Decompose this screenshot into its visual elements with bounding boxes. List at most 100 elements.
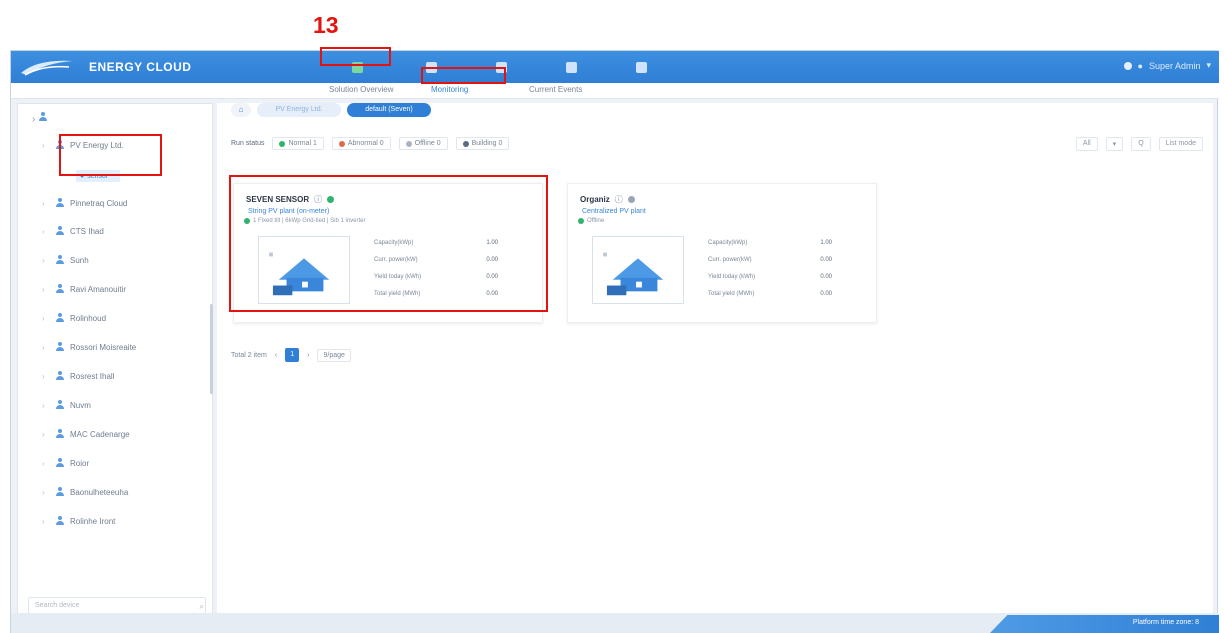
plant-card[interactable]: Organiz ⓘ Centralized PV plant Offline C… — [567, 183, 877, 323]
sidebar-item-label: MAC Cadenarge — [70, 429, 130, 439]
sidebar-item[interactable]: › Rosrest Ihall — [42, 369, 114, 383]
caret-icon: › — [42, 429, 45, 439]
sidebar-item[interactable]: › Roior — [42, 456, 89, 470]
breadcrumb-level1[interactable]: PV Energy Ltd. — [257, 103, 341, 117]
timezone-label: Platform time zone: 8 — [1132, 619, 1199, 626]
metric-label: Capacity(kWp) — [708, 240, 748, 246]
device-tree-sidebar: › › PV Energy Ltd. ● sensor › Pinnetraq Clo… — [17, 103, 213, 623]
plant-card-title: Organiz ⓘ — [580, 194, 635, 205]
user-icon — [55, 458, 65, 468]
prev-page-icon[interactable]: ‹ — [275, 352, 277, 359]
sidebar-item[interactable]: › Baonulheteeuha — [42, 485, 128, 499]
metric-row: Yield today (kWh) 0.00 — [708, 274, 832, 291]
sidebar-item[interactable]: › Rolinhe Iront — [42, 514, 115, 528]
annotation-box-13 — [320, 47, 391, 66]
annotation-13: 13 — [313, 12, 339, 38]
caret-icon: › — [42, 226, 45, 236]
user-icon — [55, 516, 65, 526]
pagination: Total 2 item ‹ 1 › 9/page — [231, 348, 351, 362]
filter-chip-normal[interactable]: Normal 1 — [272, 137, 324, 150]
status-dot — [627, 196, 635, 203]
info-icon: ⓘ — [614, 195, 623, 204]
sidebar-item-label: CTS Ihad — [70, 226, 104, 236]
sidebar-scrollbar[interactable] — [210, 304, 213, 394]
caret-icon: › — [42, 342, 45, 352]
metric-row: Curr. power(kW) 0.00 — [708, 257, 832, 274]
user-icon — [55, 198, 65, 208]
breadcrumb-home[interactable]: ⌂ — [231, 103, 251, 117]
plant-metrics: Capacity(kWp) 1.00 Curr. power(kW) 0.00 Yi… — [708, 240, 832, 308]
app-title: ENERGY CLOUD — [89, 60, 192, 74]
user-icon — [55, 313, 65, 323]
filter-label: Run status — [231, 140, 265, 147]
user-icon — [55, 487, 65, 497]
search-button[interactable]: Q — [1131, 137, 1151, 151]
user-icon — [55, 226, 65, 236]
caret-icon: › — [42, 516, 45, 526]
sidebar-item[interactable]: › Pinnetraq Cloud — [42, 196, 127, 210]
logo-icon — [21, 60, 73, 76]
caret-icon: › — [42, 198, 45, 208]
sidebar-item-label: Sunh — [70, 255, 89, 265]
sidebar-item[interactable]: › Ravi Amanouitir — [42, 282, 126, 296]
caret-icon: › — [42, 284, 45, 294]
metric-row: Capacity(kWp) 1.00 — [708, 240, 832, 257]
sidebar-item-label: Rolinhe Iront — [70, 516, 116, 526]
status-dot — [338, 140, 345, 147]
metric-value: 0.00 — [820, 291, 832, 297]
sidebar-item[interactable]: › Nuvm — [42, 398, 91, 412]
app-window: ENERGY CLOUD ● Super Admin ▾ Solution Ov… — [10, 50, 1219, 633]
status-dot — [578, 218, 584, 224]
sidebar-item[interactable]: › Sunh — [42, 253, 89, 267]
filter-dropdown[interactable]: ▾ — [1105, 137, 1124, 151]
next-page-icon[interactable]: › — [307, 352, 309, 359]
status-footer: Platform time zone: 8 — [11, 613, 1219, 633]
caret-icon: › — [42, 313, 45, 323]
chevron-right-icon: › — [32, 114, 36, 125]
user-icon — [55, 429, 65, 439]
caret-icon: › — [42, 140, 45, 150]
plant-image — [592, 236, 684, 304]
status-dot — [279, 140, 286, 147]
chip-label: Normal 1 — [288, 140, 317, 147]
user-icon — [55, 284, 65, 294]
annotation-box-15 — [59, 134, 162, 176]
tab-solution-overview[interactable]: Solution Overview — [329, 85, 393, 94]
status-dot — [405, 140, 412, 147]
sidebar-item-label: Rosrest Ihall — [70, 371, 115, 381]
metric-row: Total yield (MWh) 0.00 — [708, 291, 832, 308]
sort-select[interactable]: All — [1075, 137, 1098, 151]
sidebar-item[interactable]: › Rossori Moisreaite — [42, 340, 136, 354]
user-menu[interactable]: ● Super Admin ▾ — [1123, 60, 1211, 71]
caret-icon: › — [42, 458, 45, 468]
sidebar-item[interactable]: › Rolinhoud — [42, 311, 106, 325]
search-icon[interactable]: ⌕ — [200, 602, 204, 612]
tab-current-events[interactable]: Current Events — [529, 85, 582, 94]
view-mode-button[interactable]: List mode — [1158, 137, 1203, 151]
sidebar-item[interactable]: › MAC Cadenarge — [42, 427, 130, 441]
user-icon — [55, 255, 65, 265]
page-size-select[interactable]: 9/page — [317, 348, 351, 362]
user-label: Super Admin — [1148, 60, 1201, 71]
chip-label: Abnormal 0 — [347, 140, 384, 147]
sidebar-item-label: Rossori Moisreaite — [70, 342, 137, 352]
sidebar-item[interactable]: › CTS Ihad — [42, 224, 104, 238]
filter-chip-offline[interactable]: Offline 0 — [398, 137, 448, 150]
page-button[interactable]: 1 — [285, 348, 300, 362]
tree-root[interactable]: › — [32, 112, 48, 125]
plant-type-link[interactable]: Centralized PV plant — [582, 208, 646, 215]
metric-label: Curr. power(kW) — [708, 257, 752, 263]
filter-chip-building[interactable]: Building 0 — [455, 137, 510, 150]
breadcrumb-level2[interactable]: default (Seven) — [347, 103, 431, 117]
sidebar-item-label: Ravi Amanouitir — [70, 284, 127, 294]
tab-monitoring[interactable]: Monitoring — [431, 85, 468, 94]
filter-chip-abnormal[interactable]: Abnormal 0 — [331, 137, 391, 150]
metric-value: 0.00 — [820, 274, 832, 280]
sidebar-item-label: Rolinhoud — [70, 313, 107, 323]
status-dot — [462, 140, 469, 147]
alert-icon[interactable] — [561, 57, 581, 77]
annotation-box-16 — [229, 175, 548, 312]
report-icon[interactable] — [631, 57, 651, 77]
chevron-down-icon: ▾ — [1206, 60, 1211, 70]
notification-icon[interactable] — [1123, 61, 1132, 70]
